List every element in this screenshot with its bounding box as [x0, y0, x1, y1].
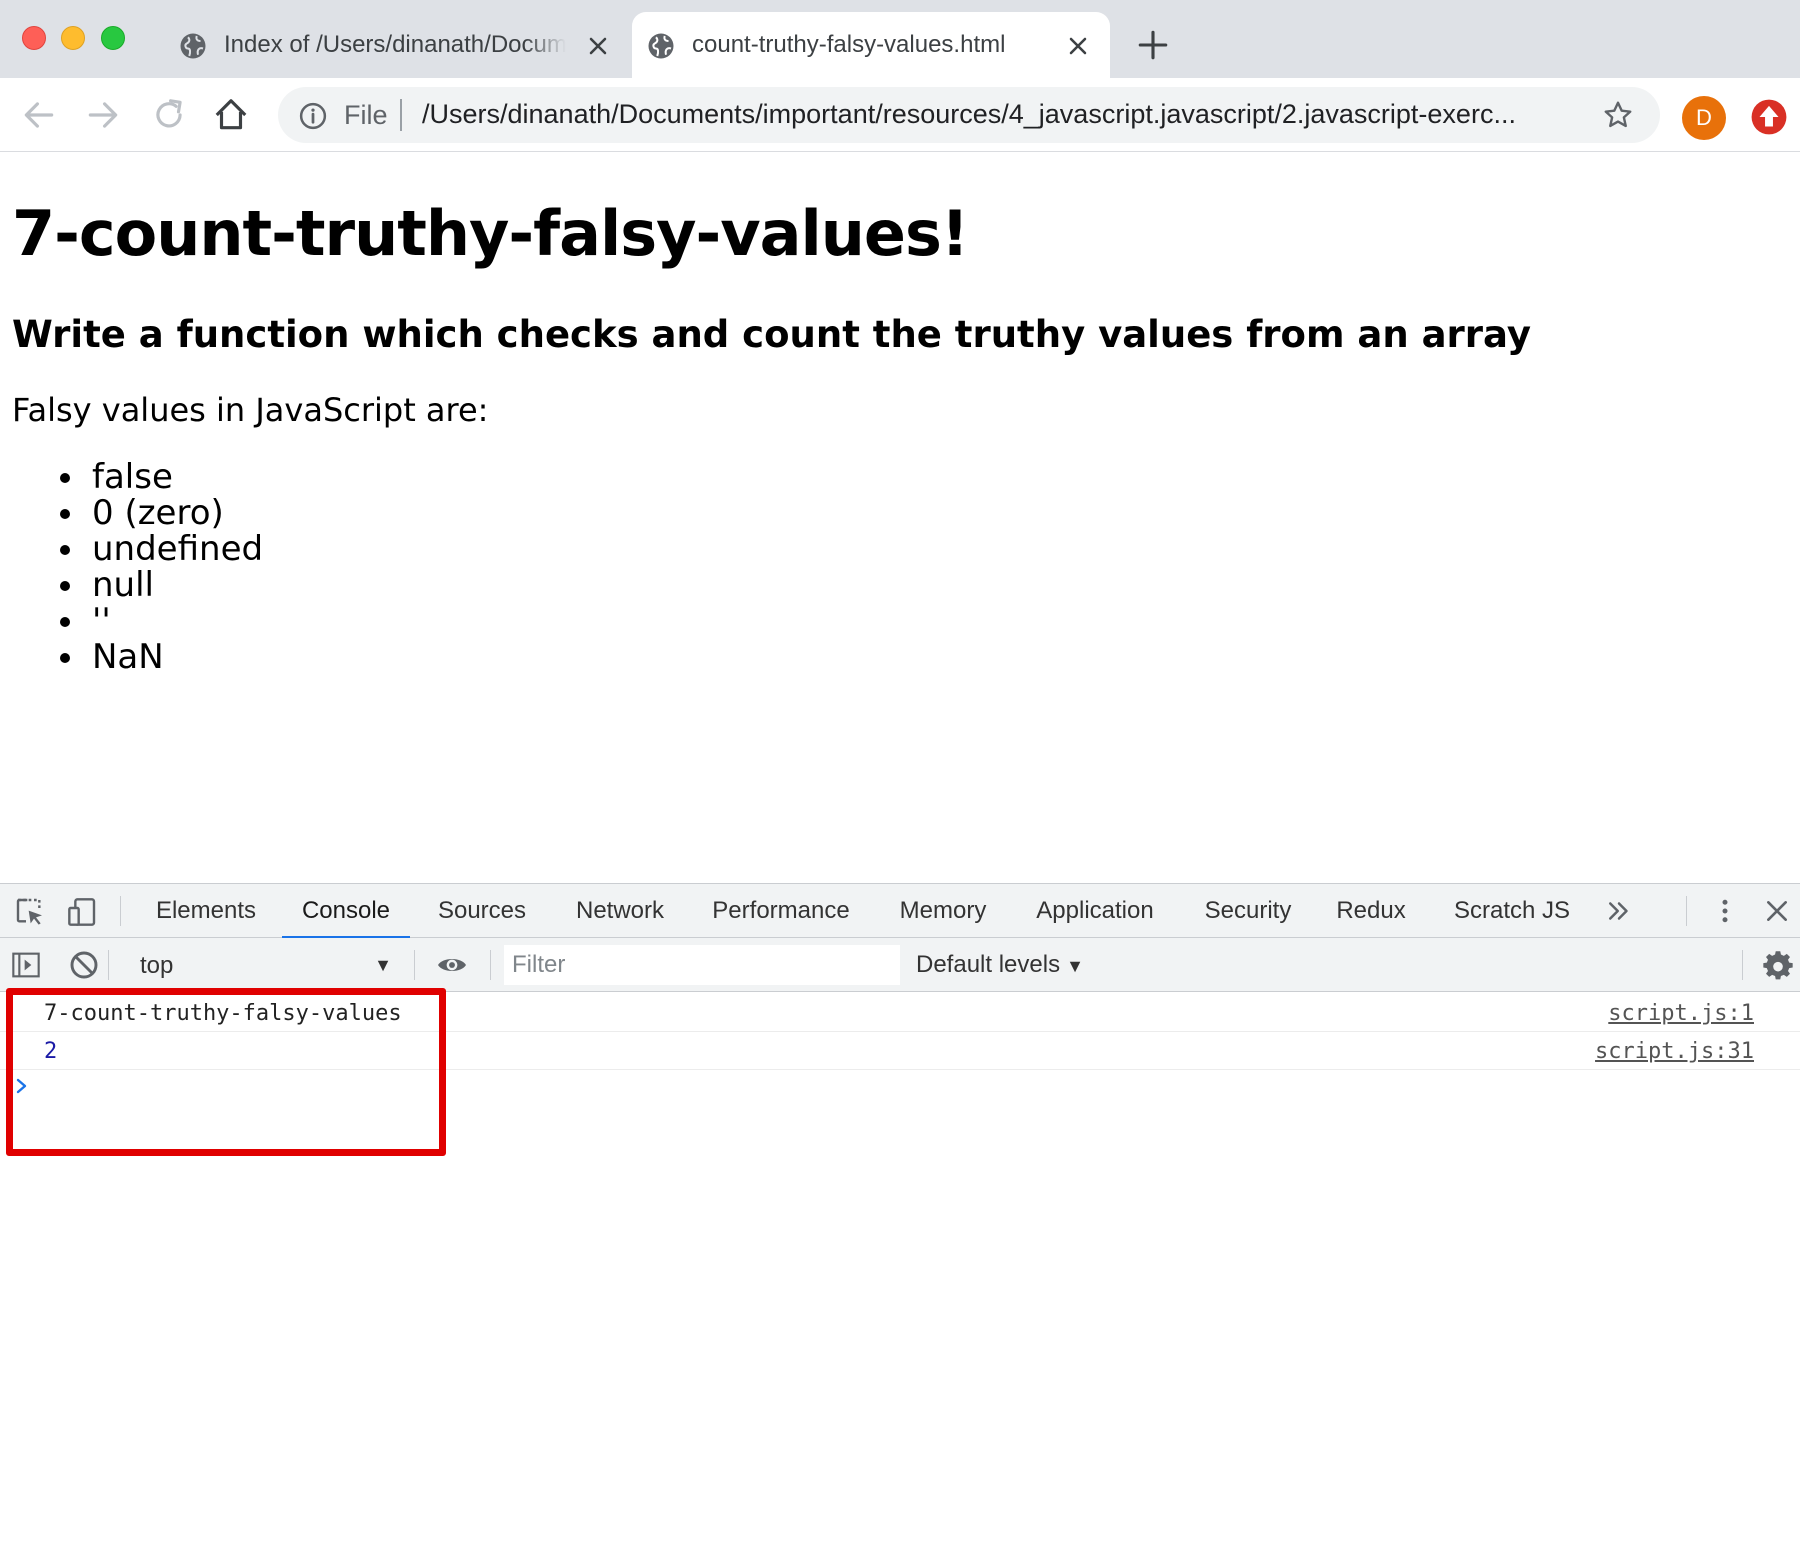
console-bar-divider: [490, 950, 491, 980]
dropdown-triangle-icon: ▼: [1066, 956, 1084, 976]
show-sidebar-icon[interactable]: [10, 949, 42, 981]
inspect-element-icon[interactable]: [14, 896, 46, 928]
browser-tab-active[interactable]: count-truthy-falsy-values.html: [632, 12, 1110, 78]
list-item: undefined: [59, 529, 264, 569]
close-tab-icon[interactable]: [584, 32, 612, 60]
bookmark-star-icon[interactable]: [1602, 99, 1634, 131]
list-item: NaN: [59, 639, 263, 675]
console-filter-input[interactable]: [504, 945, 900, 985]
devtools-panel: Elements Console Sources Network Perform…: [0, 883, 1800, 1550]
new-tab-plus-icon[interactable]: [1136, 28, 1170, 62]
dropdown-triangle-icon: ▼: [374, 955, 392, 975]
globe-icon: [648, 33, 674, 59]
profile-avatar[interactable]: D: [1682, 96, 1726, 140]
home-icon[interactable]: [212, 96, 250, 134]
tab-elements[interactable]: Elements: [148, 884, 264, 938]
console-source-link[interactable]: script.js:1: [1608, 1001, 1754, 1026]
device-toolbar-icon[interactable]: [66, 896, 98, 928]
tab-title: Index of /Users/dinanath/Documents/impor…: [224, 31, 566, 58]
forward-arrow-icon[interactable]: [84, 96, 122, 134]
list-item: false: [59, 459, 263, 495]
intro-text: Falsy values in JavaScript are:: [12, 391, 489, 429]
log-levels-dropdown[interactable]: Default levels ▼: [916, 946, 1084, 984]
red-highlight-box: [6, 988, 446, 1156]
tab-application[interactable]: Application: [1028, 884, 1162, 938]
scheme-label: File: [344, 100, 388, 130]
url-text[interactable]: /Users/dinanath/Documents/important/reso…: [422, 99, 1542, 130]
list-item: null: [59, 567, 263, 603]
tab-network[interactable]: Network: [566, 884, 674, 938]
devtools-tab-bar: Elements Console Sources Network Perform…: [0, 884, 1800, 939]
browser-tab-index[interactable]: Index of /Users/dinanath/Documents/impor…: [164, 12, 624, 78]
tab-title: count-truthy-falsy-values.html: [692, 31, 1006, 58]
window-minimize-button[interactable]: [61, 26, 85, 50]
browser-tab-strip: Index of /Users/dinanath/Documents/impor…: [0, 0, 1800, 78]
page-content: 7-count-truthy-falsy-values! Write a fun…: [0, 153, 1800, 883]
globe-icon: [180, 33, 206, 59]
context-selector[interactable]: top ▼: [124, 946, 410, 984]
omnibox-divider: [400, 99, 402, 131]
tab-bar-divider: [120, 896, 121, 926]
console-toolbar: top ▼ Default levels▼: [0, 938, 1800, 992]
tab-security[interactable]: Security: [1196, 884, 1300, 938]
clear-console-icon[interactable]: [68, 949, 100, 981]
console-source-link[interactable]: script.js:31: [1595, 1039, 1754, 1064]
window-close-button[interactable]: [22, 26, 46, 50]
extension-upload-icon[interactable]: [1750, 98, 1788, 136]
tab-performance[interactable]: Performance: [706, 884, 856, 938]
page-subheading: Write a function which checks and count …: [12, 313, 1531, 356]
close-devtools-icon[interactable]: [1764, 898, 1790, 924]
browser-toolbar: File /Users/dinanath/Documents/important…: [0, 78, 1800, 152]
falsy-values-list: false 0 (zero) undefined null '' NaN: [59, 459, 264, 675]
reload-icon[interactable]: [150, 96, 188, 134]
tab-redux[interactable]: Redux: [1332, 884, 1410, 938]
console-bar-divider: [414, 950, 415, 980]
close-tab-icon[interactable]: [1064, 32, 1092, 60]
back-arrow-icon[interactable]: [20, 96, 58, 134]
window-zoom-button[interactable]: [101, 26, 125, 50]
context-label: top: [140, 952, 174, 979]
gear-icon[interactable]: [1762, 950, 1794, 982]
list-item: '': [59, 603, 263, 639]
page-heading: 7-count-truthy-falsy-values!: [12, 197, 969, 270]
info-icon[interactable]: [298, 101, 328, 131]
eye-icon[interactable]: [436, 949, 468, 981]
console-bar-divider: [1742, 950, 1743, 980]
tab-scratch-js[interactable]: Scratch JS: [1446, 884, 1578, 938]
tab-bar-divider: [1686, 896, 1687, 926]
kebab-menu-icon[interactable]: [1710, 895, 1740, 927]
tab-memory[interactable]: Memory: [890, 884, 996, 938]
tab-console[interactable]: Console: [282, 884, 410, 939]
log-levels-label: Default levels: [916, 951, 1061, 978]
console-bar-divider: [108, 950, 109, 980]
more-tabs-chevron-icon[interactable]: [1604, 896, 1634, 926]
address-bar[interactable]: File /Users/dinanath/Documents/important…: [278, 87, 1660, 143]
tab-sources[interactable]: Sources: [430, 884, 534, 938]
list-item: 0 (zero): [59, 495, 263, 531]
